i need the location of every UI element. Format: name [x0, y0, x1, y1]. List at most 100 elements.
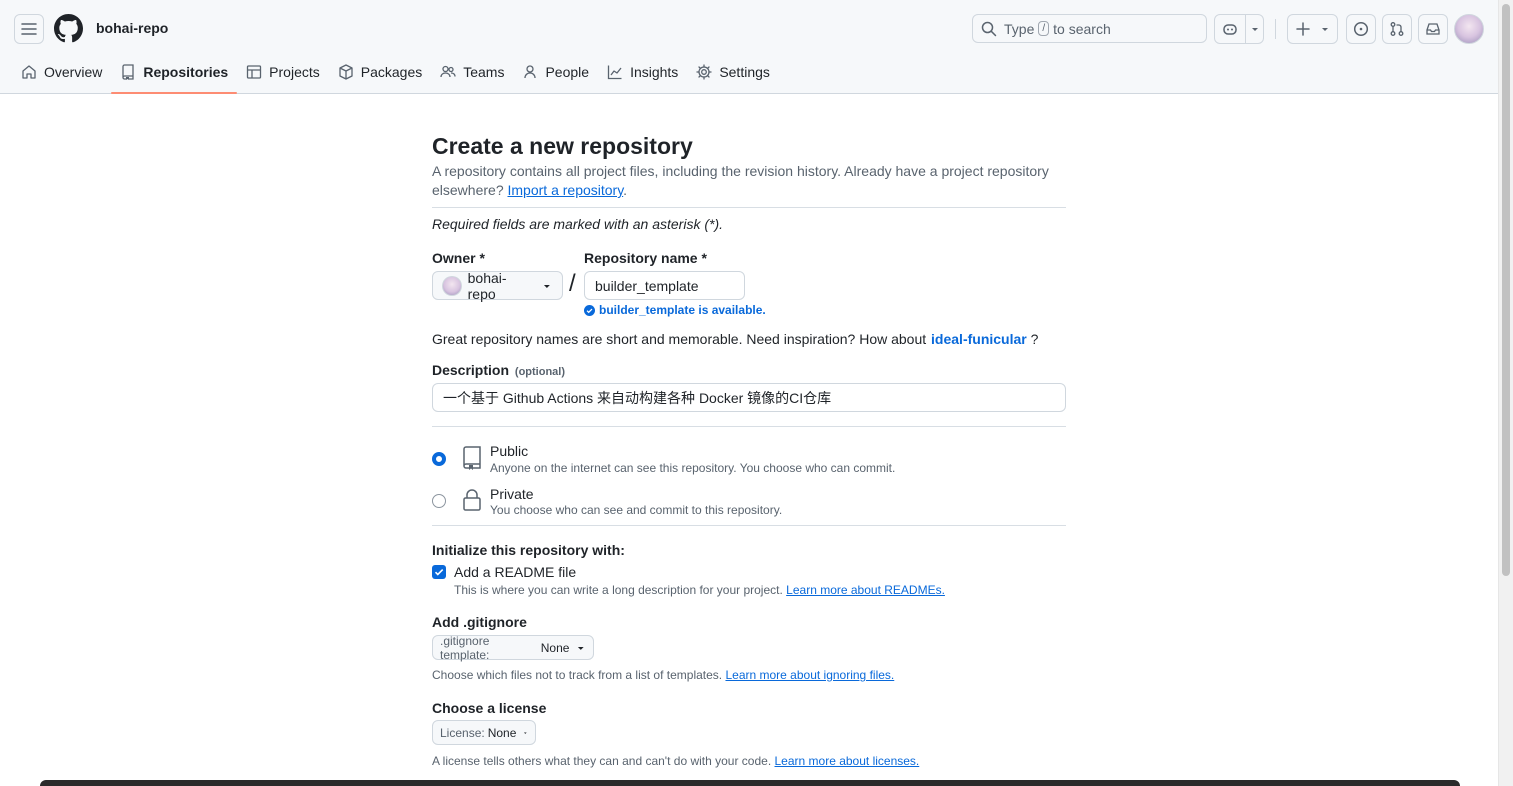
table-icon	[247, 65, 262, 79]
suggestion-prefix: Great repository names are short and mem…	[432, 331, 927, 347]
pull-requests-button[interactable]	[1382, 14, 1412, 44]
readme-checkbox[interactable]	[432, 565, 446, 579]
intro-end: .	[623, 182, 628, 198]
divider	[432, 207, 1066, 208]
intro-text: A repository contains all project files,…	[432, 162, 1066, 200]
header-divider	[1275, 19, 1276, 39]
suggested-name-link[interactable]: ideal-funicular	[931, 331, 1027, 347]
gitignore-select[interactable]: .gitignore template: None	[432, 633, 594, 662]
description-label: Description (optional)	[432, 362, 565, 378]
org-name[interactable]: bohai-repo	[96, 20, 168, 36]
tab-repositories[interactable]: Repositories	[111, 56, 237, 94]
public-radio[interactable]	[432, 452, 446, 466]
check-circle-icon	[584, 304, 595, 316]
private-radio[interactable]	[432, 494, 446, 508]
owner-label: Owner *	[432, 250, 485, 266]
window-bottom-edge	[40, 780, 1460, 786]
required-note: Required fields are marked with an aster…	[432, 216, 724, 232]
owner-select[interactable]: bohai-repo	[432, 269, 563, 302]
repo-name-label: Repository name *	[584, 250, 707, 266]
person-icon	[524, 65, 537, 79]
license-prefix: License:	[440, 725, 485, 740]
search-shortcut-key: /	[1038, 21, 1050, 36]
owner-avatar	[442, 275, 462, 296]
inbox-icon	[1426, 23, 1440, 35]
public-description: Anyone on the internet can see this repo…	[490, 461, 896, 475]
license-value: None	[487, 725, 517, 740]
page-title: Create a new repository	[432, 133, 693, 159]
plus-icon	[1296, 22, 1310, 36]
scrollbar-thumb[interactable]	[1502, 4, 1510, 576]
private-description: You choose who can see and commit to thi…	[490, 503, 783, 517]
owner-repo-separator: /	[569, 270, 576, 297]
tab-people-label: People	[545, 64, 590, 80]
chevron-down-icon	[524, 732, 528, 734]
create-new-button[interactable]	[1287, 14, 1338, 44]
menu-button[interactable]	[14, 14, 44, 44]
license-description: A license tells others what they can and…	[432, 754, 919, 768]
tab-settings-label: Settings	[719, 64, 770, 80]
tab-projects[interactable]: Projects	[237, 56, 329, 88]
readme-label: Add a README file	[454, 564, 577, 580]
private-label: Private	[490, 486, 534, 502]
copilot-button[interactable]	[1214, 14, 1264, 44]
tab-insights[interactable]: Insights	[598, 56, 687, 88]
tab-overview[interactable]: Overview	[12, 56, 111, 88]
owner-value: bohai-repo	[467, 269, 507, 302]
gitignore-value: None	[540, 640, 570, 655]
availability-status: builder_template is available.	[584, 303, 766, 317]
chevron-down-icon	[1322, 28, 1328, 31]
tab-teams[interactable]: Teams	[431, 56, 513, 88]
repo-name-input[interactable]: builder_template	[584, 271, 745, 300]
gitignore-label: Add .gitignore	[432, 614, 527, 630]
user-avatar[interactable]	[1454, 14, 1484, 44]
import-repository-link[interactable]: Import a repository	[508, 182, 624, 198]
tab-packages-label: Packages	[360, 64, 423, 80]
tab-teams-label: Teams	[463, 64, 505, 80]
description-optional: (optional)	[514, 366, 566, 378]
search-suffix: to search	[1053, 20, 1111, 37]
search-prefix: Type	[1004, 20, 1035, 37]
suggestion-suffix: ?	[1030, 331, 1039, 347]
gitignore-desc-text: Choose which files not to track from a l…	[432, 668, 723, 682]
tab-repositories-label: Repositories	[143, 64, 229, 80]
graph-icon	[607, 65, 622, 80]
notifications-button[interactable]	[1418, 14, 1448, 44]
gitignore-prefix: .gitignore template:	[440, 633, 490, 662]
license-select[interactable]: License: None	[432, 720, 536, 745]
readme-description: This is where you can write a long descr…	[454, 583, 945, 597]
search-input[interactable]: Type / to search	[972, 14, 1207, 43]
chevron-down-icon	[544, 284, 551, 288]
home-icon	[22, 65, 36, 79]
tab-settings[interactable]: Settings	[687, 56, 779, 88]
readme-learn-more-link[interactable]: Learn more about READMEs.	[786, 583, 945, 597]
org-nav: Overview Repositories Projects Packages …	[12, 56, 779, 94]
chevron-down-icon	[1252, 28, 1258, 31]
tab-insights-label: Insights	[630, 64, 679, 80]
divider	[432, 525, 1066, 526]
github-logo-icon[interactable]	[54, 14, 83, 43]
package-icon	[339, 64, 353, 80]
check-icon	[434, 569, 444, 576]
license-learn-more-link[interactable]: Learn more about licenses.	[775, 754, 920, 768]
hamburger-icon	[21, 23, 37, 35]
copilot-icon	[1223, 24, 1237, 35]
tab-projects-label: Projects	[269, 64, 320, 80]
repo-icon	[461, 446, 483, 470]
repo-icon	[122, 64, 135, 80]
chevron-down-icon	[578, 646, 585, 650]
description-label-text: Description	[432, 362, 510, 378]
divider	[432, 426, 1066, 427]
license-label: Choose a license	[432, 700, 547, 716]
description-input[interactable]: 一个基于 Github Actions 来自动构建各种 Docker 镜像的CI…	[432, 383, 1066, 412]
readme-desc-text: This is where you can write a long descr…	[454, 583, 783, 597]
gitignore-description: Choose which files not to track from a l…	[432, 668, 894, 682]
issues-button[interactable]	[1346, 14, 1376, 44]
gitignore-learn-more-link[interactable]: Learn more about ignoring files.	[725, 668, 894, 682]
search-icon	[981, 21, 997, 36]
tab-people[interactable]: People	[513, 56, 598, 88]
license-desc-text: A license tells others what they can and…	[432, 754, 772, 768]
issue-opened-icon	[1353, 21, 1369, 37]
gear-icon	[696, 64, 712, 80]
tab-packages[interactable]: Packages	[329, 56, 431, 88]
